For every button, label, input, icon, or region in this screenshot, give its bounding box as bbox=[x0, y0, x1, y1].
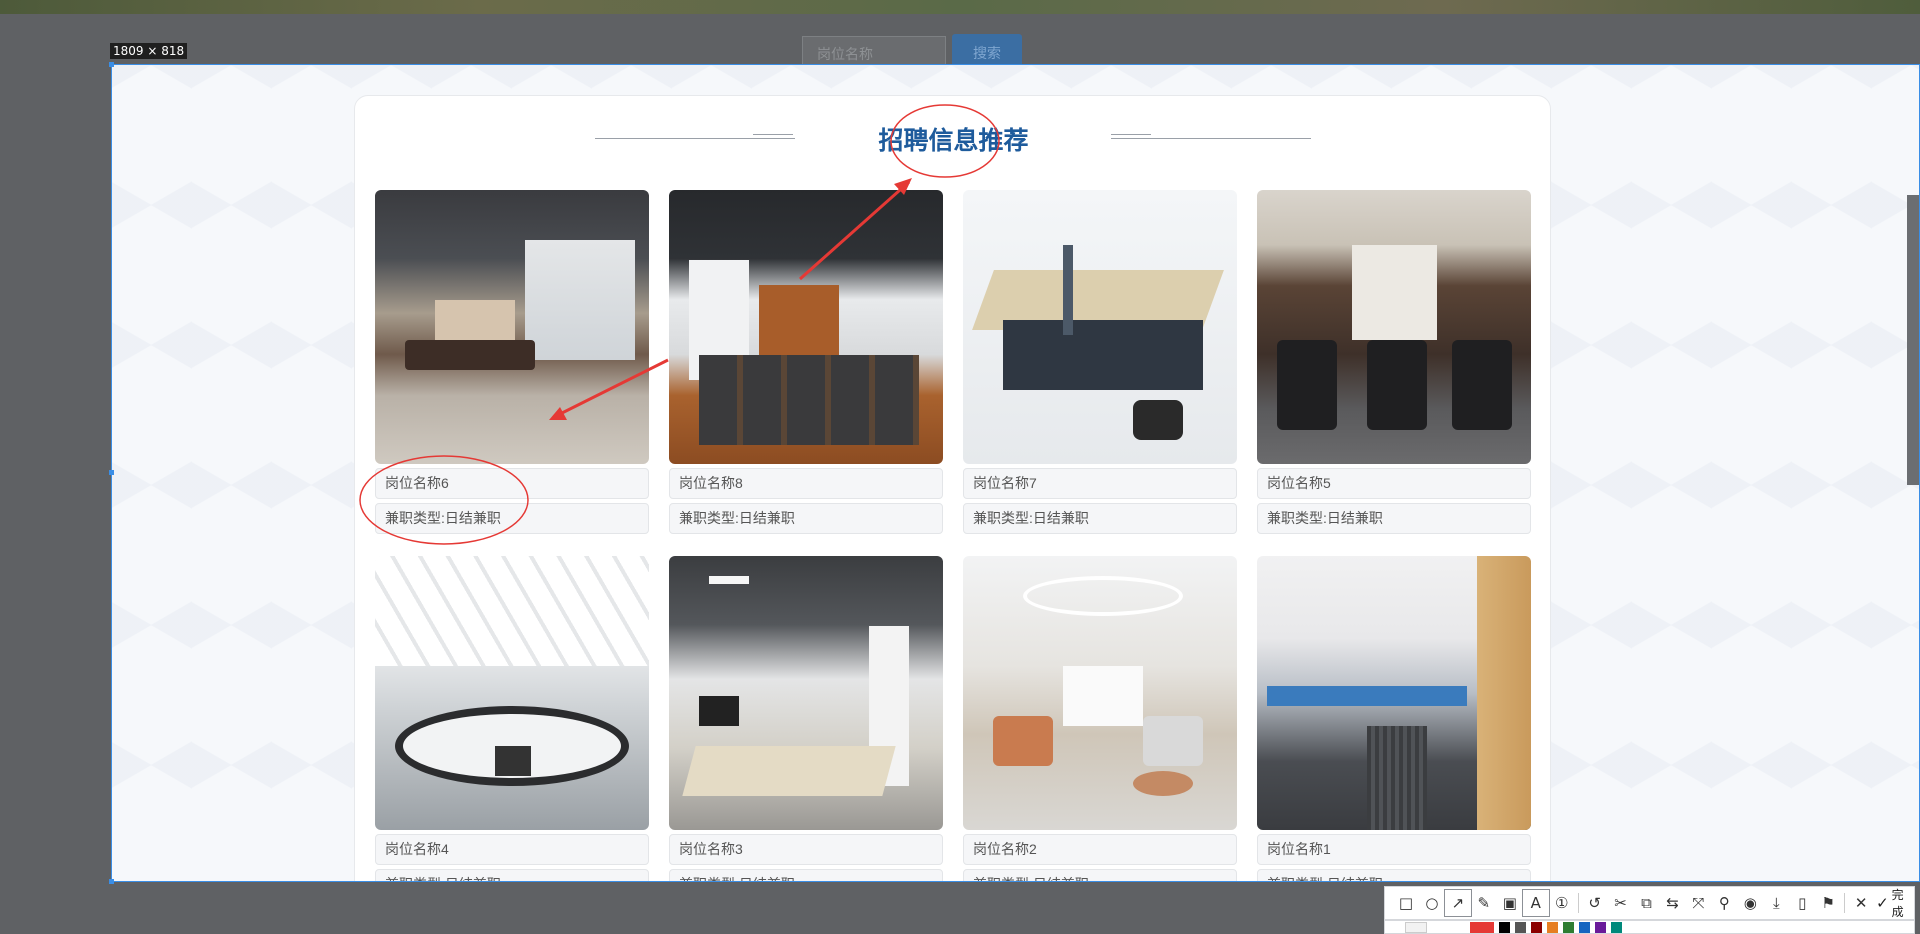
color-swatch-gray[interactable] bbox=[1515, 921, 1526, 933]
selection-size-label: 1809 × 818 bbox=[110, 43, 188, 59]
color-palette bbox=[1384, 920, 1915, 934]
save-icon[interactable]: ⤓ bbox=[1763, 890, 1789, 916]
color-swatch-green[interactable] bbox=[1563, 921, 1574, 933]
color-swatch-black[interactable] bbox=[1499, 921, 1510, 933]
toolbar-divider bbox=[1577, 893, 1579, 913]
arrow-icon[interactable]: ↗ bbox=[1443, 889, 1472, 917]
color-swatch-blue[interactable] bbox=[1579, 921, 1590, 933]
annotation-arrow-down bbox=[553, 358, 669, 419]
undo-icon[interactable]: ↺ bbox=[1582, 890, 1608, 916]
mosaic-icon[interactable]: ▣ bbox=[1497, 890, 1523, 916]
translate-icon[interactable]: ⇆ bbox=[1660, 890, 1686, 916]
annotation-ellipse-card bbox=[359, 455, 529, 545]
close-icon[interactable]: ✕ bbox=[1848, 890, 1874, 916]
color-swatch-darkred[interactable] bbox=[1531, 921, 1542, 933]
redo-icon[interactable]: ✂ bbox=[1608, 890, 1634, 916]
done-label: 完成 bbox=[1891, 888, 1904, 919]
text-icon[interactable]: A bbox=[1521, 889, 1550, 917]
serial-number-icon[interactable]: ① bbox=[1549, 890, 1575, 916]
done-button[interactable]: ✓ 完成 bbox=[1876, 886, 1914, 920]
bookmark-icon[interactable]: ⚑ bbox=[1815, 890, 1841, 916]
rectangle-icon[interactable]: □ bbox=[1393, 890, 1419, 916]
ocr-icon[interactable]: ⧉ bbox=[1634, 890, 1660, 916]
toolbar-divider bbox=[1844, 893, 1846, 913]
pin-icon[interactable]: ⚲ bbox=[1711, 890, 1737, 916]
check-icon: ✓ bbox=[1876, 894, 1889, 912]
annotation-arrow-up bbox=[799, 180, 910, 281]
record-icon[interactable]: ◉ bbox=[1737, 890, 1763, 916]
selection-handle[interactable] bbox=[109, 470, 114, 475]
copy-icon[interactable]: ▯ bbox=[1789, 890, 1815, 916]
background-banner-strip bbox=[0, 0, 1920, 14]
long-screenshot-icon[interactable]: ⤧ bbox=[1685, 890, 1711, 916]
selection-handle[interactable] bbox=[109, 879, 114, 884]
screenshot-toolbar: □ ○ ↗ ✎ ▣ A ① ↺ ✂ ⧉ ⇆ ⤧ ⚲ ◉ ⤓ ▯ ⚑ ✕ ✓ 完成 bbox=[1384, 886, 1915, 920]
stroke-size-swatch[interactable] bbox=[1405, 921, 1427, 933]
screenshot-selection[interactable]: 招聘信息推荐 岗位名称6 兼职类型:日结兼职 岗位名称8 兼职类型:日结兼职 岗… bbox=[111, 64, 1920, 882]
color-swatch-purple[interactable] bbox=[1595, 921, 1606, 933]
color-swatch-teal[interactable] bbox=[1611, 921, 1622, 933]
pen-icon[interactable]: ✎ bbox=[1471, 890, 1497, 916]
selection-handle[interactable] bbox=[109, 62, 114, 67]
color-swatch-red[interactable] bbox=[1470, 921, 1494, 933]
annotation-ellipse-title bbox=[890, 104, 1000, 178]
ellipse-icon[interactable]: ○ bbox=[1419, 890, 1445, 916]
color-swatch-orange[interactable] bbox=[1547, 921, 1558, 933]
